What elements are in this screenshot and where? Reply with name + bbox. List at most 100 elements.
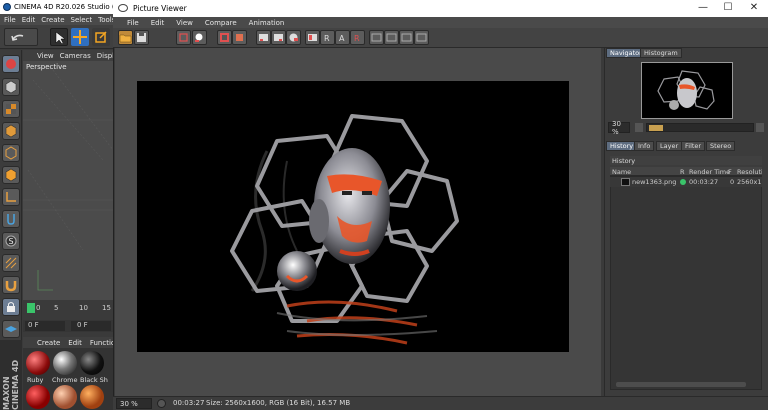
render-icon [6, 59, 16, 69]
material-menu-edit[interactable]: Edit [68, 339, 82, 347]
tab-info[interactable]: Info [634, 141, 655, 151]
column-r[interactable]: R [680, 168, 685, 176]
navigator-zoom-field[interactable]: 30 % [608, 120, 630, 136]
column-resolution[interactable]: Resolutio [737, 168, 762, 176]
history-scrollbar[interactable] [616, 382, 746, 387]
navigator-zoom-dropdown[interactable] [635, 123, 643, 132]
history-header: History [610, 156, 762, 165]
navigator-zoom-slider[interactable] [646, 123, 754, 132]
lock-tool-button[interactable] [2, 298, 20, 316]
zoom-icon [195, 33, 203, 42]
start-frame-field[interactable]: 0 F [25, 321, 65, 331]
zoom-button[interactable] [192, 30, 207, 45]
ab-compare-button[interactable] [217, 30, 232, 45]
c4d-menu-edit[interactable]: Edit [22, 16, 36, 24]
cube-tool-button[interactable] [2, 78, 20, 96]
stereo-button[interactable] [384, 30, 399, 45]
material-row2-b[interactable] [53, 385, 77, 409]
rendered-image[interactable] [137, 81, 569, 352]
snap-tool-button[interactable] [2, 210, 20, 228]
navigator-thumbnail[interactable] [641, 62, 733, 119]
checker-tool-button[interactable] [2, 100, 20, 118]
minimize-icon[interactable]: — [697, 3, 709, 13]
viewport-menu-cameras[interactable]: Cameras [60, 52, 91, 60]
channel-rgb-button[interactable] [305, 30, 320, 45]
column-f[interactable]: F [728, 168, 732, 176]
cursor-icon [55, 31, 66, 45]
svg-text:A: A [339, 34, 345, 43]
swap-button[interactable] [232, 30, 247, 45]
tab-history[interactable]: History [606, 141, 638, 151]
frame-a-button[interactable] [256, 30, 271, 45]
frame-b-button[interactable] [271, 30, 286, 45]
picture-viewer-status-bar: 30 % 00:03:27 Size: 2560x1600, RGB (16 B… [113, 396, 768, 410]
pv-menu-view[interactable]: View [176, 19, 193, 27]
timeline-playhead[interactable] [27, 303, 35, 313]
material-row2-a[interactable] [26, 385, 50, 409]
channel-b-button[interactable]: R [350, 30, 365, 45]
pv-menu-file[interactable]: File [127, 19, 139, 27]
channel-r-icon: R [324, 34, 330, 43]
rendered-image-art [230, 114, 459, 345]
select-tool-button[interactable] [50, 28, 68, 46]
timeline[interactable]: 0 5 10 15 [23, 300, 113, 320]
material-label-ruby: Ruby [27, 376, 44, 384]
column-name[interactable]: Name [612, 168, 631, 176]
point-tool-button[interactable] [2, 166, 20, 184]
export-button[interactable] [414, 30, 429, 45]
open-button[interactable] [118, 30, 133, 45]
pv-menu-edit[interactable]: Edit [151, 19, 165, 27]
end-frame-field[interactable]: 0 F [71, 321, 111, 331]
navigator-zoom-step[interactable] [756, 123, 764, 132]
undo-button[interactable] [4, 28, 38, 46]
edge-tool-button[interactable] [2, 144, 20, 162]
crop-button[interactable] [176, 30, 191, 45]
axis-tool-button[interactable] [2, 188, 20, 206]
material-manager: Ruby Chrome Black Sh [23, 348, 113, 410]
filter-button[interactable] [369, 30, 384, 45]
scale-tool-button[interactable] [92, 28, 110, 46]
pv-menu-animation[interactable]: Animation [249, 19, 285, 27]
layer-tool-button[interactable] [2, 320, 20, 338]
channel-r-button[interactable]: R [320, 30, 335, 45]
close-icon[interactable]: ✕ [748, 3, 760, 13]
material-menu-create[interactable]: Create [37, 339, 60, 347]
material-menu: Create Edit Function [23, 337, 120, 348]
tab-layer[interactable]: Layer [656, 141, 683, 151]
polygon-tool-button[interactable] [2, 122, 20, 140]
save-button[interactable] [134, 30, 149, 45]
c4d-menu-create[interactable]: Create [41, 16, 64, 24]
zoom-step-button[interactable] [157, 399, 166, 408]
status-zoom-field[interactable]: 30 % [116, 398, 152, 409]
render-region-button[interactable] [286, 30, 301, 45]
history-thumbnail-icon [621, 178, 630, 186]
tab-stereo[interactable]: Stereo [706, 141, 736, 151]
channel-g-button[interactable]: A [335, 30, 350, 45]
history-row[interactable]: new1363.png 00:03:27 0 2560x1 [610, 177, 762, 187]
material-chrome[interactable] [53, 351, 77, 375]
c4d-menu-select[interactable]: Select [71, 16, 93, 24]
tab-filter[interactable]: Filter [681, 141, 706, 151]
settings-button[interactable] [399, 30, 414, 45]
navigator-zoom-slider-handle[interactable] [649, 125, 663, 131]
export-icon [416, 33, 427, 42]
c4d-viewport[interactable] [23, 50, 114, 300]
render-view-button[interactable] [2, 55, 20, 73]
tab-histogram[interactable]: Histogram [640, 48, 682, 58]
workplane-tool-button[interactable]: S [2, 232, 20, 250]
maximize-icon[interactable]: ☐ [722, 3, 734, 13]
history-columns: Name R Render Time F Resolutio [610, 167, 762, 176]
column-render-time[interactable]: Render Time [689, 168, 730, 176]
viewport-menu-view[interactable]: View [37, 52, 54, 60]
magnet-tool-button[interactable] [2, 276, 20, 294]
pv-menu-compare[interactable]: Compare [205, 19, 237, 27]
navigator-zoom-row: 30 % [608, 120, 764, 136]
material-black[interactable] [80, 351, 104, 375]
svg-text:R: R [324, 34, 330, 43]
history-row-resolution: 2560x1 [737, 178, 762, 186]
move-tool-button[interactable] [71, 28, 89, 46]
grid-tool-button[interactable] [2, 254, 20, 272]
c4d-menu-file[interactable]: File [4, 16, 16, 24]
material-ruby[interactable] [26, 351, 50, 375]
material-row2-c[interactable] [80, 385, 104, 409]
